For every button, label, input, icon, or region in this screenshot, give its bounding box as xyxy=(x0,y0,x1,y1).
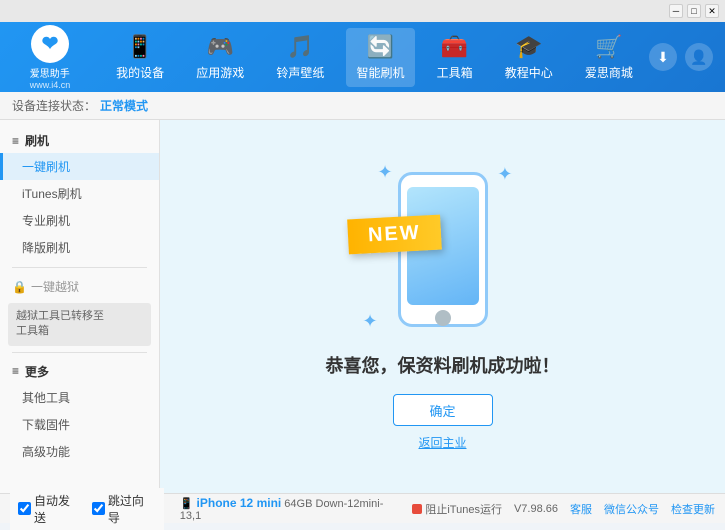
device-icon-small: 📱 xyxy=(180,498,194,510)
ringtones-icon: 🎵 xyxy=(287,34,314,60)
bottom-bar-right: 阻止iTunes运行 V7.98.66 客服 微信公众号 检查更新 xyxy=(412,501,715,517)
sidebar-section-more: ≡ 更多 xyxy=(0,359,159,384)
nav-label-toolbox: 工具箱 xyxy=(437,64,473,81)
sidebar-item-pro-flash[interactable]: 专业刷机 xyxy=(0,207,159,234)
stop-itunes-btn[interactable]: 阻止iTunes运行 xyxy=(412,501,502,517)
restore-button[interactable]: □ xyxy=(687,4,701,18)
check-update-link[interactable]: 检查更新 xyxy=(671,501,715,517)
download-button[interactable]: ⬇ xyxy=(649,43,677,71)
sidebar-item-itunes-flash[interactable]: iTunes刷机 xyxy=(0,180,159,207)
service-link[interactable]: 客服 xyxy=(570,501,592,517)
auto-send-label: 自动发送 xyxy=(34,492,82,526)
nav-item-my-device[interactable]: 📱 我的设备 xyxy=(106,28,174,87)
nav-label-my-device: 我的设备 xyxy=(116,64,164,81)
back-home-link[interactable]: 返回主业 xyxy=(418,434,466,451)
auto-send-checkbox[interactable]: 自动发送 xyxy=(18,492,82,526)
sidebar-jailbreak-note: 越狱工具已转移至工具箱 xyxy=(8,303,151,346)
device-detail: 📱 iPhone 12 mini 64GB Down-12mini-13,1 xyxy=(180,496,405,522)
skip-wizard-checkbox[interactable]: 跳过向导 xyxy=(92,492,156,526)
stop-icon xyxy=(412,504,422,514)
success-message: 恭喜您，保资料刷机成功啦！ xyxy=(326,352,560,378)
shop-icon: 🛒 xyxy=(595,34,622,60)
nav-label-smart-flash: 智能刷机 xyxy=(356,64,404,81)
device-name: iPhone 12 mini xyxy=(197,496,282,510)
sidebar-divider-2 xyxy=(12,352,147,353)
sidebar-item-download-firmware[interactable]: 下载固件 xyxy=(0,411,159,438)
sidebar-section-flash: ≡ 刷机 xyxy=(0,128,159,153)
logo-text: 爱思助手 www.i4.cn xyxy=(30,65,71,90)
version-text: V7.98.66 xyxy=(514,503,558,515)
sidebar: ≡ 刷机 一键刷机 iTunes刷机 专业刷机 降版刷机 🔒 一键越狱 越狱工具… xyxy=(0,120,160,493)
nav-items: 📱 我的设备 🎮 应用游戏 🎵 铃声壁纸 🔄 智能刷机 🧰 工具箱 🎓 教程中心… xyxy=(100,28,649,87)
device-icon: 📱 xyxy=(126,34,153,60)
nav-label-ringtones: 铃声壁纸 xyxy=(276,64,324,81)
nav-label-tutorial: 教程中心 xyxy=(505,64,553,81)
flash-section-icon: ≡ xyxy=(12,134,19,148)
confirm-button[interactable]: 确定 xyxy=(393,394,493,426)
close-button[interactable]: ✕ xyxy=(705,4,719,18)
tutorial-icon: 🎓 xyxy=(515,34,542,60)
sidebar-divider-1 xyxy=(12,267,147,268)
smart-flash-icon: 🔄 xyxy=(367,34,394,60)
sparkle-3: ✦ xyxy=(363,311,378,332)
user-button[interactable]: 👤 xyxy=(685,43,713,71)
sidebar-item-other-tools[interactable]: 其他工具 xyxy=(0,384,159,411)
logo-icon: ❤ xyxy=(31,25,69,63)
header: ❤ 爱思助手 www.i4.cn 📱 我的设备 🎮 应用游戏 🎵 铃声壁纸 🔄 … xyxy=(0,22,725,92)
nav-item-apps-games[interactable]: 🎮 应用游戏 xyxy=(186,28,254,87)
nav-item-toolbox[interactable]: 🧰 工具箱 xyxy=(427,28,483,87)
phone-home-btn xyxy=(435,310,451,326)
sidebar-item-advanced[interactable]: 高级功能 xyxy=(0,438,159,465)
success-illustration: ✦ ✦ ✦ NEW xyxy=(363,162,523,342)
wechat-link[interactable]: 微信公众号 xyxy=(604,501,659,517)
skip-wizard-label: 跳过向导 xyxy=(108,492,156,526)
device-info-area: 自动发送 跳过向导 📱 iPhone 12 mini 64GB Down-12m… xyxy=(10,488,404,530)
sidebar-item-downgrade-flash[interactable]: 降版刷机 xyxy=(0,234,159,261)
logo-area: ❤ 爱思助手 www.i4.cn xyxy=(0,25,100,90)
nav-item-shop[interactable]: 🛒 爱思商城 xyxy=(575,28,643,87)
auto-send-input[interactable] xyxy=(18,502,31,515)
nav-label-shop: 爱思商城 xyxy=(585,64,633,81)
nav-item-ringtones[interactable]: 🎵 铃声壁纸 xyxy=(266,28,334,87)
bottom-bar: 自动发送 跳过向导 📱 iPhone 12 mini 64GB Down-12m… xyxy=(0,493,725,523)
nav-item-smart-flash[interactable]: 🔄 智能刷机 xyxy=(346,28,414,87)
more-section-icon: ≡ xyxy=(12,364,19,378)
sidebar-item-one-click-flash[interactable]: 一键刷机 xyxy=(0,153,159,180)
skip-wizard-input[interactable] xyxy=(92,502,105,515)
status-bar: 设备连接状态： 正常模式 xyxy=(0,92,725,120)
minimize-button[interactable]: ─ xyxy=(669,4,683,18)
nav-item-tutorial[interactable]: 🎓 教程中心 xyxy=(495,28,563,87)
nav-label-apps-games: 应用游戏 xyxy=(196,64,244,81)
apps-icon: 🎮 xyxy=(207,34,234,60)
status-mode: 正常模式 xyxy=(100,97,148,114)
sparkle-2: ✦ xyxy=(497,164,512,185)
title-bar: ─ □ ✕ xyxy=(0,0,725,22)
checkbox-row: 自动发送 跳过向导 xyxy=(10,488,164,530)
toolbox-icon: 🧰 xyxy=(441,34,468,60)
sparkle-1: ✦ xyxy=(378,162,393,183)
header-right: ⬇ 👤 xyxy=(649,43,725,71)
device-storage: 64GB xyxy=(284,498,312,510)
lock-icon: 🔒 xyxy=(12,280,27,294)
stop-itunes-label: 阻止iTunes运行 xyxy=(425,501,502,517)
main-layout: ≡ 刷机 一键刷机 iTunes刷机 专业刷机 降版刷机 🔒 一键越狱 越狱工具… xyxy=(0,120,725,493)
content-area: ✦ ✦ ✦ NEW 恭喜您，保资料刷机成功啦！ 确定 返回主业 xyxy=(160,120,725,493)
status-label: 设备连接状态： xyxy=(12,97,96,114)
new-badge: NEW xyxy=(347,215,441,255)
sidebar-lock-section: 🔒 一键越狱 xyxy=(0,274,159,299)
